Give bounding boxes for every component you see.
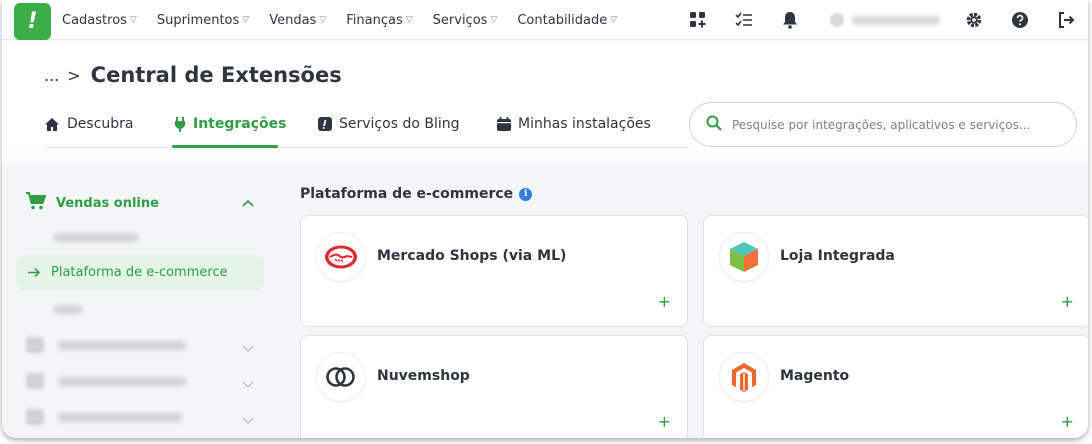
menu-contabilidade[interactable]: Contabilidade ▽ bbox=[517, 13, 617, 28]
app-window: ! Cadastros ▽ Suprimentos ▽ Vendas ▽ Finanç… bbox=[2, 0, 1088, 438]
user-name-redacted bbox=[852, 15, 940, 25]
redacted-icon bbox=[26, 409, 44, 425]
sidebar-group-label: Vendas online bbox=[56, 195, 159, 211]
tab-servicos-do-bling[interactable]: Serviços do Bling bbox=[318, 109, 459, 139]
menu-cadastros[interactable]: Cadastros ▽ bbox=[62, 13, 137, 28]
chevron-down-icon: ▽ bbox=[319, 15, 327, 25]
chevron-down-icon: ▽ bbox=[129, 15, 137, 25]
magento-logo-icon bbox=[720, 353, 768, 401]
sidebar-group-label-redacted bbox=[58, 413, 182, 422]
menu-servicos[interactable]: Serviços ▽ bbox=[433, 13, 498, 28]
top-navbar: ! Cadastros ▽ Suprimentos ▽ Vendas ▽ Finanç… bbox=[2, 0, 1088, 40]
active-tab-indicator bbox=[172, 145, 278, 148]
section-title: Plataforma de e-commerce i bbox=[300, 186, 533, 202]
sidebar-item-redacted[interactable] bbox=[54, 305, 82, 314]
sidebar-item-redacted[interactable] bbox=[54, 233, 138, 242]
chevron-down-icon: ▽ bbox=[610, 15, 618, 25]
chevron-up-icon[interactable] bbox=[242, 192, 254, 211]
breadcrumb-separator: > bbox=[67, 65, 81, 85]
add-integration-button[interactable]: + bbox=[1061, 294, 1074, 310]
integration-name: Magento bbox=[780, 368, 850, 384]
sidebar-group-label-redacted bbox=[58, 341, 186, 350]
bling-logo[interactable]: ! bbox=[14, 3, 51, 40]
search-icon bbox=[706, 115, 722, 135]
plug-icon bbox=[174, 116, 186, 132]
arrow-right-icon bbox=[28, 263, 41, 282]
menu-vendas[interactable]: Vendas ▽ bbox=[269, 13, 326, 28]
sidebar-item-label: Plataforma de e-commerce bbox=[51, 265, 228, 280]
search-box[interactable] bbox=[689, 102, 1077, 147]
integration-name: Loja Integrada bbox=[780, 248, 895, 264]
integration-card-nuvemshop[interactable]: Nuvemshop + bbox=[300, 335, 688, 438]
header-shadow bbox=[2, 150, 1088, 170]
cart-icon bbox=[26, 192, 47, 214]
integration-name: Nuvemshop bbox=[377, 368, 470, 384]
chevron-down-icon bbox=[242, 410, 254, 429]
chevron-down-icon bbox=[242, 338, 254, 357]
sidebar-item-plataforma-ecommerce[interactable]: Plataforma de e-commerce bbox=[16, 255, 264, 290]
integration-card-mercado-shops[interactable]: Mercado Shops (via ML) + bbox=[300, 215, 688, 327]
loja-integrada-logo-icon bbox=[720, 233, 768, 281]
integration-name: Mercado Shops (via ML) bbox=[377, 248, 567, 264]
gear-icon[interactable] bbox=[964, 10, 984, 30]
chevron-down-icon: ▽ bbox=[490, 15, 498, 25]
menu-financas[interactable]: Finanças ▽ bbox=[346, 13, 412, 28]
breadcrumb: ... > Central de Extensões bbox=[44, 63, 342, 87]
home-icon bbox=[44, 117, 60, 132]
search-input[interactable] bbox=[732, 117, 1062, 132]
chevron-down-icon: ▽ bbox=[405, 15, 413, 25]
main-menu: Cadastros ▽ Suprimentos ▽ Vendas ▽ Finanças… bbox=[62, 0, 637, 40]
add-integration-button[interactable]: + bbox=[658, 414, 671, 430]
integration-card-magento[interactable]: Magento + bbox=[703, 335, 1088, 438]
redacted-icon bbox=[26, 337, 44, 353]
bling-icon bbox=[318, 117, 332, 131]
tab-minhas-instalacoes[interactable]: Minhas instalações bbox=[497, 109, 651, 139]
help-icon[interactable] bbox=[1010, 10, 1030, 30]
menu-suprimentos[interactable]: Suprimentos ▽ bbox=[157, 13, 249, 28]
sidebar-group-label-redacted bbox=[58, 377, 186, 386]
page-title: Central de Extensões bbox=[90, 63, 342, 87]
chevron-down-icon bbox=[242, 374, 254, 393]
mercado-shops-logo-icon bbox=[317, 233, 365, 281]
add-integration-button[interactable]: + bbox=[1061, 414, 1074, 430]
chevron-down-icon: ▽ bbox=[242, 15, 250, 25]
logout-icon[interactable] bbox=[1056, 10, 1076, 30]
sidebar-group-redacted[interactable] bbox=[26, 372, 254, 390]
sidebar-group-vendas-online[interactable]: Vendas online bbox=[26, 192, 254, 214]
bell-icon[interactable] bbox=[780, 10, 800, 30]
sidebar-group-redacted[interactable] bbox=[26, 408, 254, 426]
apps-plus-icon[interactable] bbox=[688, 10, 708, 30]
calendar-icon bbox=[497, 117, 511, 131]
add-integration-button[interactable]: + bbox=[658, 294, 671, 310]
nuvemshop-logo-icon bbox=[317, 353, 365, 401]
tab-integracoes[interactable]: Integrações bbox=[174, 109, 286, 139]
user-account[interactable] bbox=[830, 11, 942, 29]
sidebar: Vendas online Plataforma de e-commerce bbox=[2, 170, 278, 438]
redacted-icon bbox=[26, 373, 44, 389]
sidebar-group-redacted[interactable] bbox=[26, 336, 254, 354]
tab-descubra[interactable]: Descubra bbox=[44, 109, 133, 139]
tab-bar: Descubra Integrações Serviços do Bling M… bbox=[44, 101, 688, 148]
breadcrumb-ellipsis[interactable]: ... bbox=[44, 66, 59, 85]
checklist-icon[interactable] bbox=[734, 10, 754, 30]
integration-card-loja-integrada[interactable]: Loja Integrada + bbox=[703, 215, 1088, 327]
avatar bbox=[830, 13, 844, 27]
info-icon[interactable]: i bbox=[519, 187, 533, 201]
